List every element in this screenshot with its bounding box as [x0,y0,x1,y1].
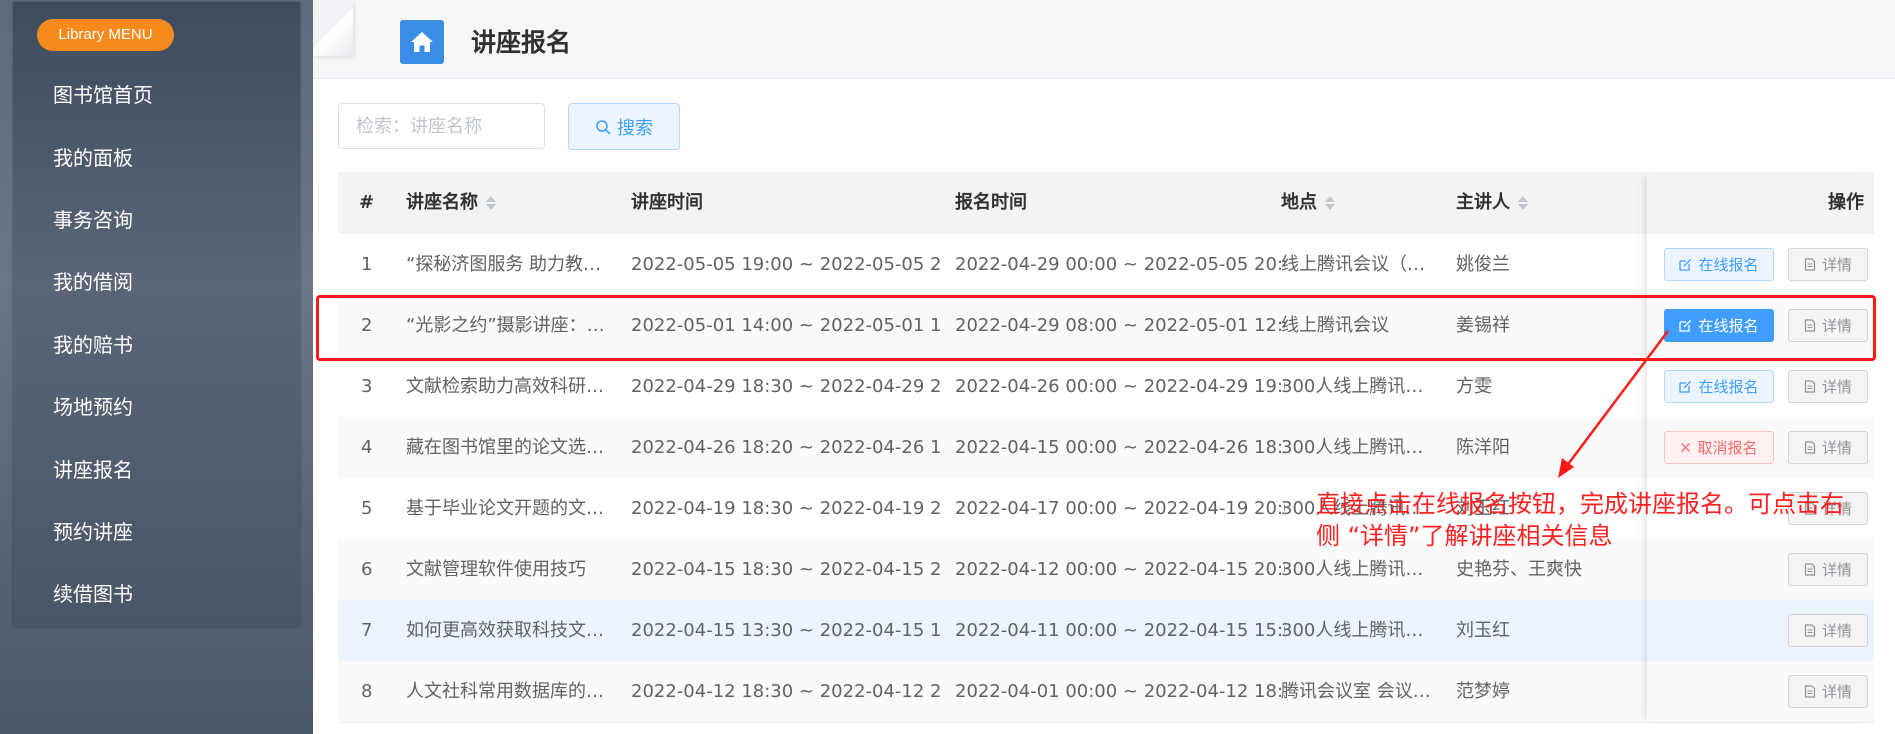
annotation-text-line-2: 侧 “详情”了解讲座相关信息 [1316,522,1613,550]
annotation-arrow [1558,330,1669,478]
annotation-text-line-1: 直接点击在线报名按钮，完成讲座报名。可点击右 [1316,490,1844,518]
